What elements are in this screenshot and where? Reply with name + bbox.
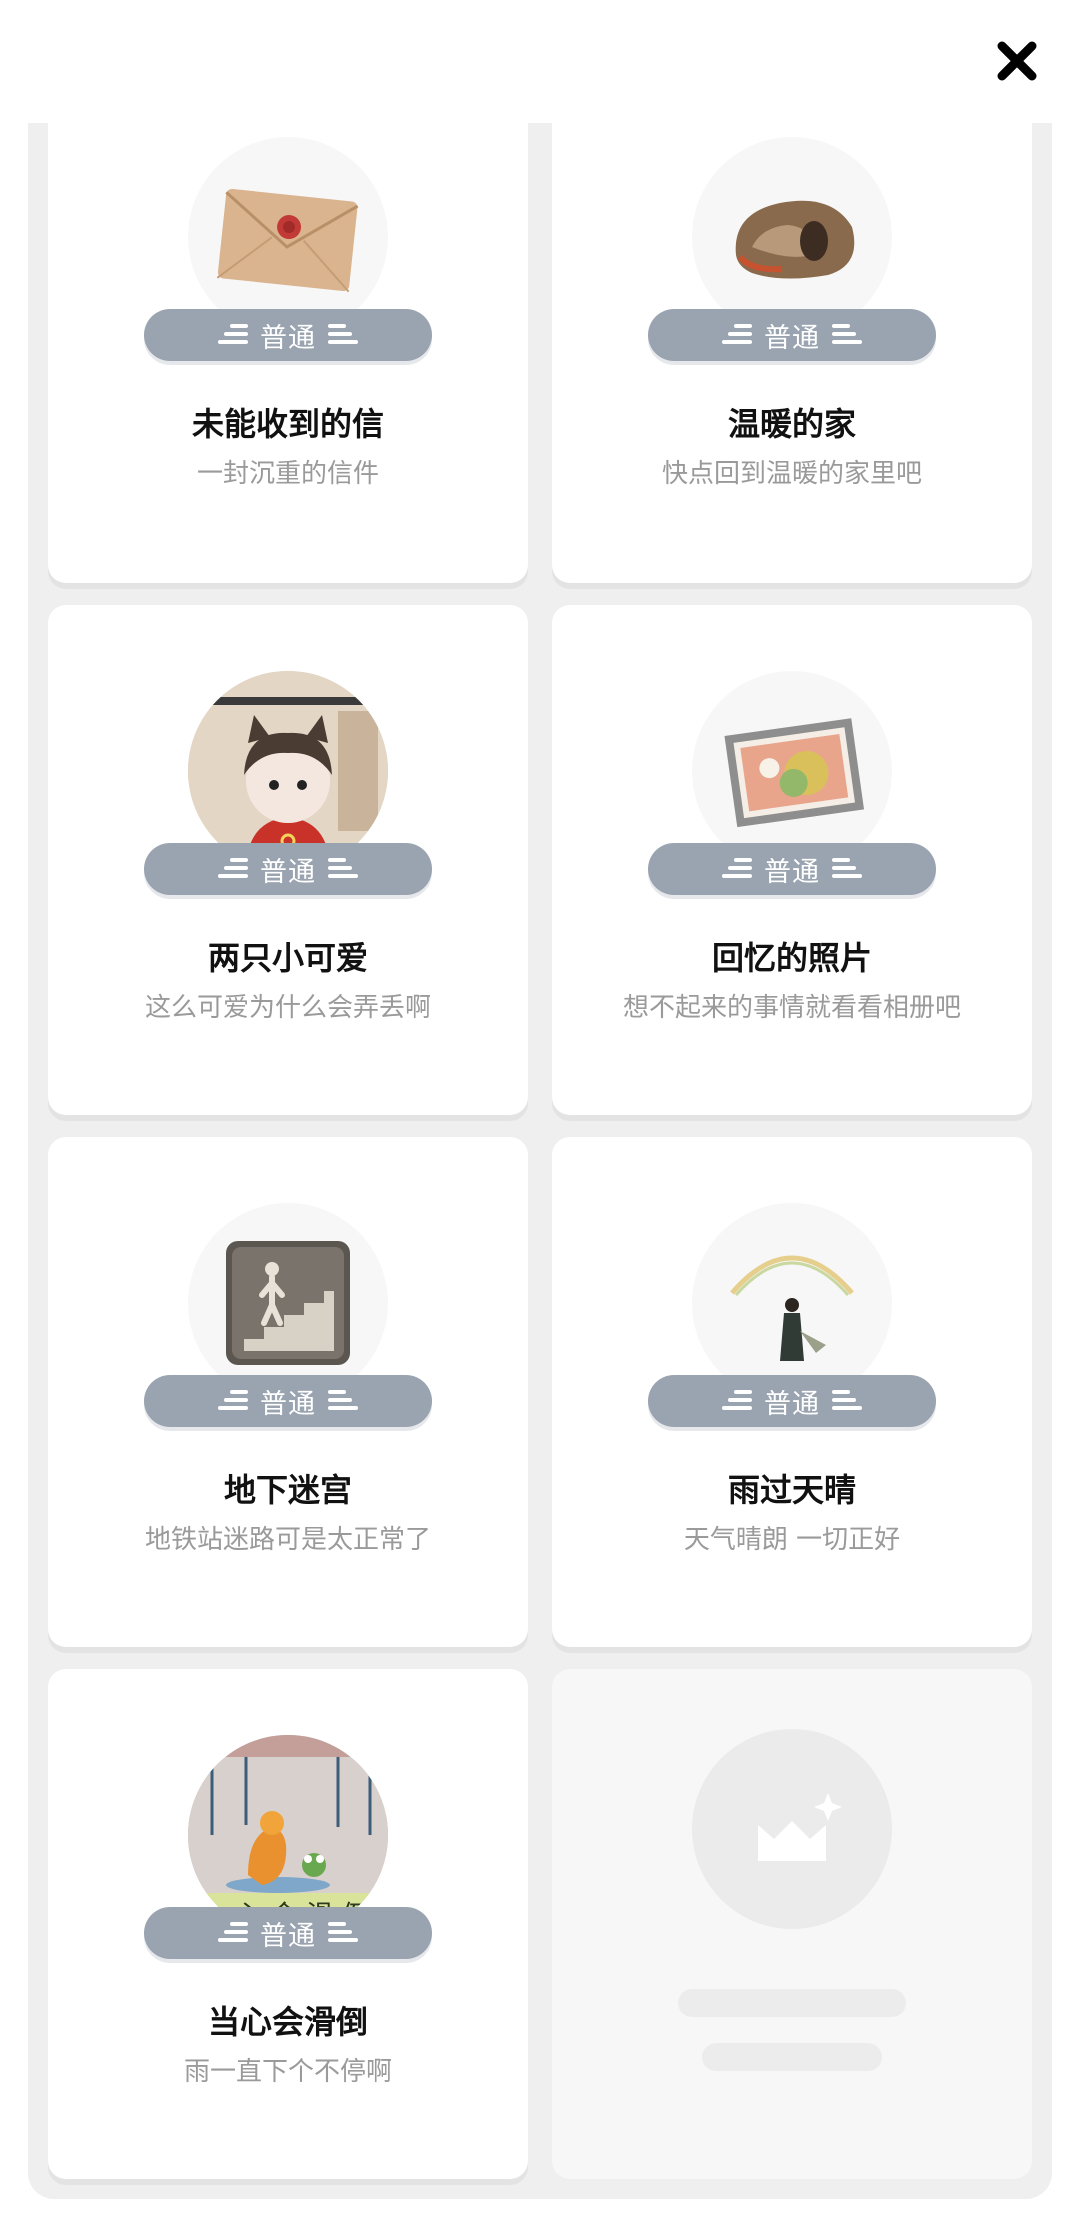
- card-title: 温暖的家: [727, 405, 856, 443]
- rarity-badge: 普通: [144, 309, 432, 361]
- rarity-bars-left-icon: [214, 1918, 248, 1948]
- rarity-label: 普通: [260, 856, 316, 888]
- rarity-badge: 普通: [144, 1375, 432, 1427]
- rarity-bars-right-icon: [832, 854, 866, 884]
- card-description: 地铁站迷路可是太正常了: [144, 1525, 431, 1555]
- rarity-label: 普通: [260, 1388, 316, 1420]
- locked-image-icon: [758, 1793, 842, 1861]
- rarity-badge: 普通: [144, 1907, 432, 1959]
- rarity-label: 普通: [764, 322, 820, 354]
- rainbow-icon: [692, 1203, 892, 1403]
- slippery-rain-icon: 小心会滑倒: [188, 1735, 388, 1935]
- collection-card[interactable]: 普通 温暖的家 快点回到温暖的家里吧: [552, 123, 1032, 583]
- placeholder-desc-line: [702, 2043, 882, 2071]
- rarity-label: 普通: [260, 322, 316, 354]
- rarity-bars-right-icon: [328, 320, 362, 350]
- top-bar: [0, 0, 1080, 123]
- rarity-bars-left-icon: [718, 320, 752, 350]
- rarity-label: 普通: [764, 1388, 820, 1420]
- locked-collection-card[interactable]: [552, 1669, 1032, 2179]
- close-button[interactable]: [994, 38, 1040, 84]
- card-description: 雨一直下个不停啊: [183, 2057, 392, 2087]
- rarity-bars-right-icon: [328, 1918, 362, 1948]
- photo-frame-icon: [692, 671, 892, 871]
- collection-card[interactable]: 普通 回忆的照片 想不起来的事情就看看相册吧: [552, 605, 1032, 1115]
- rarity-bars-left-icon: [718, 1386, 752, 1416]
- rarity-bars-left-icon: [214, 1386, 248, 1416]
- rarity-bars-left-icon: [214, 320, 248, 350]
- card-title: 雨过天晴: [727, 1471, 856, 1509]
- rarity-badge: 普通: [648, 843, 936, 895]
- rarity-bars-left-icon: [718, 854, 752, 884]
- card-description: 一封沉重的信件: [196, 459, 379, 489]
- card-title: 未能收到的信: [191, 405, 384, 443]
- collection-card[interactable]: 普通 地下迷宫 地铁站迷路可是太正常了: [48, 1137, 528, 1647]
- rarity-badge: 普通: [144, 843, 432, 895]
- card-description: 这么可爱为什么会弄丢啊: [144, 993, 431, 1023]
- rarity-badge: 普通: [648, 309, 936, 361]
- rarity-bars-right-icon: [328, 1386, 362, 1416]
- rarity-badge: 普通: [648, 1375, 936, 1427]
- placeholder-title-line: [678, 1989, 906, 2017]
- collection-card[interactable]: 普通 未能收到的信 一封沉重的信件: [48, 123, 528, 583]
- card-description: 想不起来的事情就看看相册吧: [622, 993, 961, 1023]
- rarity-bars-left-icon: [214, 854, 248, 884]
- home-rock-icon: [692, 137, 892, 337]
- collection-card[interactable]: 普通 雨过天晴 天气晴朗 一切正好: [552, 1137, 1032, 1647]
- card-description: 天气晴朗 一切正好: [683, 1525, 901, 1555]
- rarity-bars-right-icon: [832, 1386, 866, 1416]
- card-title: 地下迷宫: [223, 1471, 352, 1509]
- card-description: 快点回到温暖的家里吧: [661, 459, 922, 489]
- rarity-bars-right-icon: [328, 854, 362, 884]
- collection-panel: 普通 未能收到的信 一封沉重的信件 普通 温暖的家 快点回到温暖的家里吧 普通 …: [28, 123, 1052, 2199]
- card-title: 回忆的照片: [711, 939, 872, 977]
- rarity-label: 普通: [260, 1920, 316, 1952]
- collection-card[interactable]: 普通 两只小可爱 这么可爱为什么会弄丢啊: [48, 605, 528, 1115]
- card-title: 当心会滑倒: [207, 2003, 368, 2041]
- rarity-label: 普通: [764, 856, 820, 888]
- card-title: 两只小可爱: [207, 939, 368, 977]
- locked-placeholder-circle: [692, 1729, 892, 1929]
- cat-character-icon: [188, 671, 388, 871]
- stairs-icon: [188, 1203, 388, 1403]
- rarity-bars-right-icon: [832, 320, 866, 350]
- collection-card[interactable]: 小心会滑倒 普通 当心会滑倒 雨一直下个不停啊: [48, 1669, 528, 2179]
- envelope-icon: [188, 137, 388, 337]
- close-icon: [997, 41, 1037, 81]
